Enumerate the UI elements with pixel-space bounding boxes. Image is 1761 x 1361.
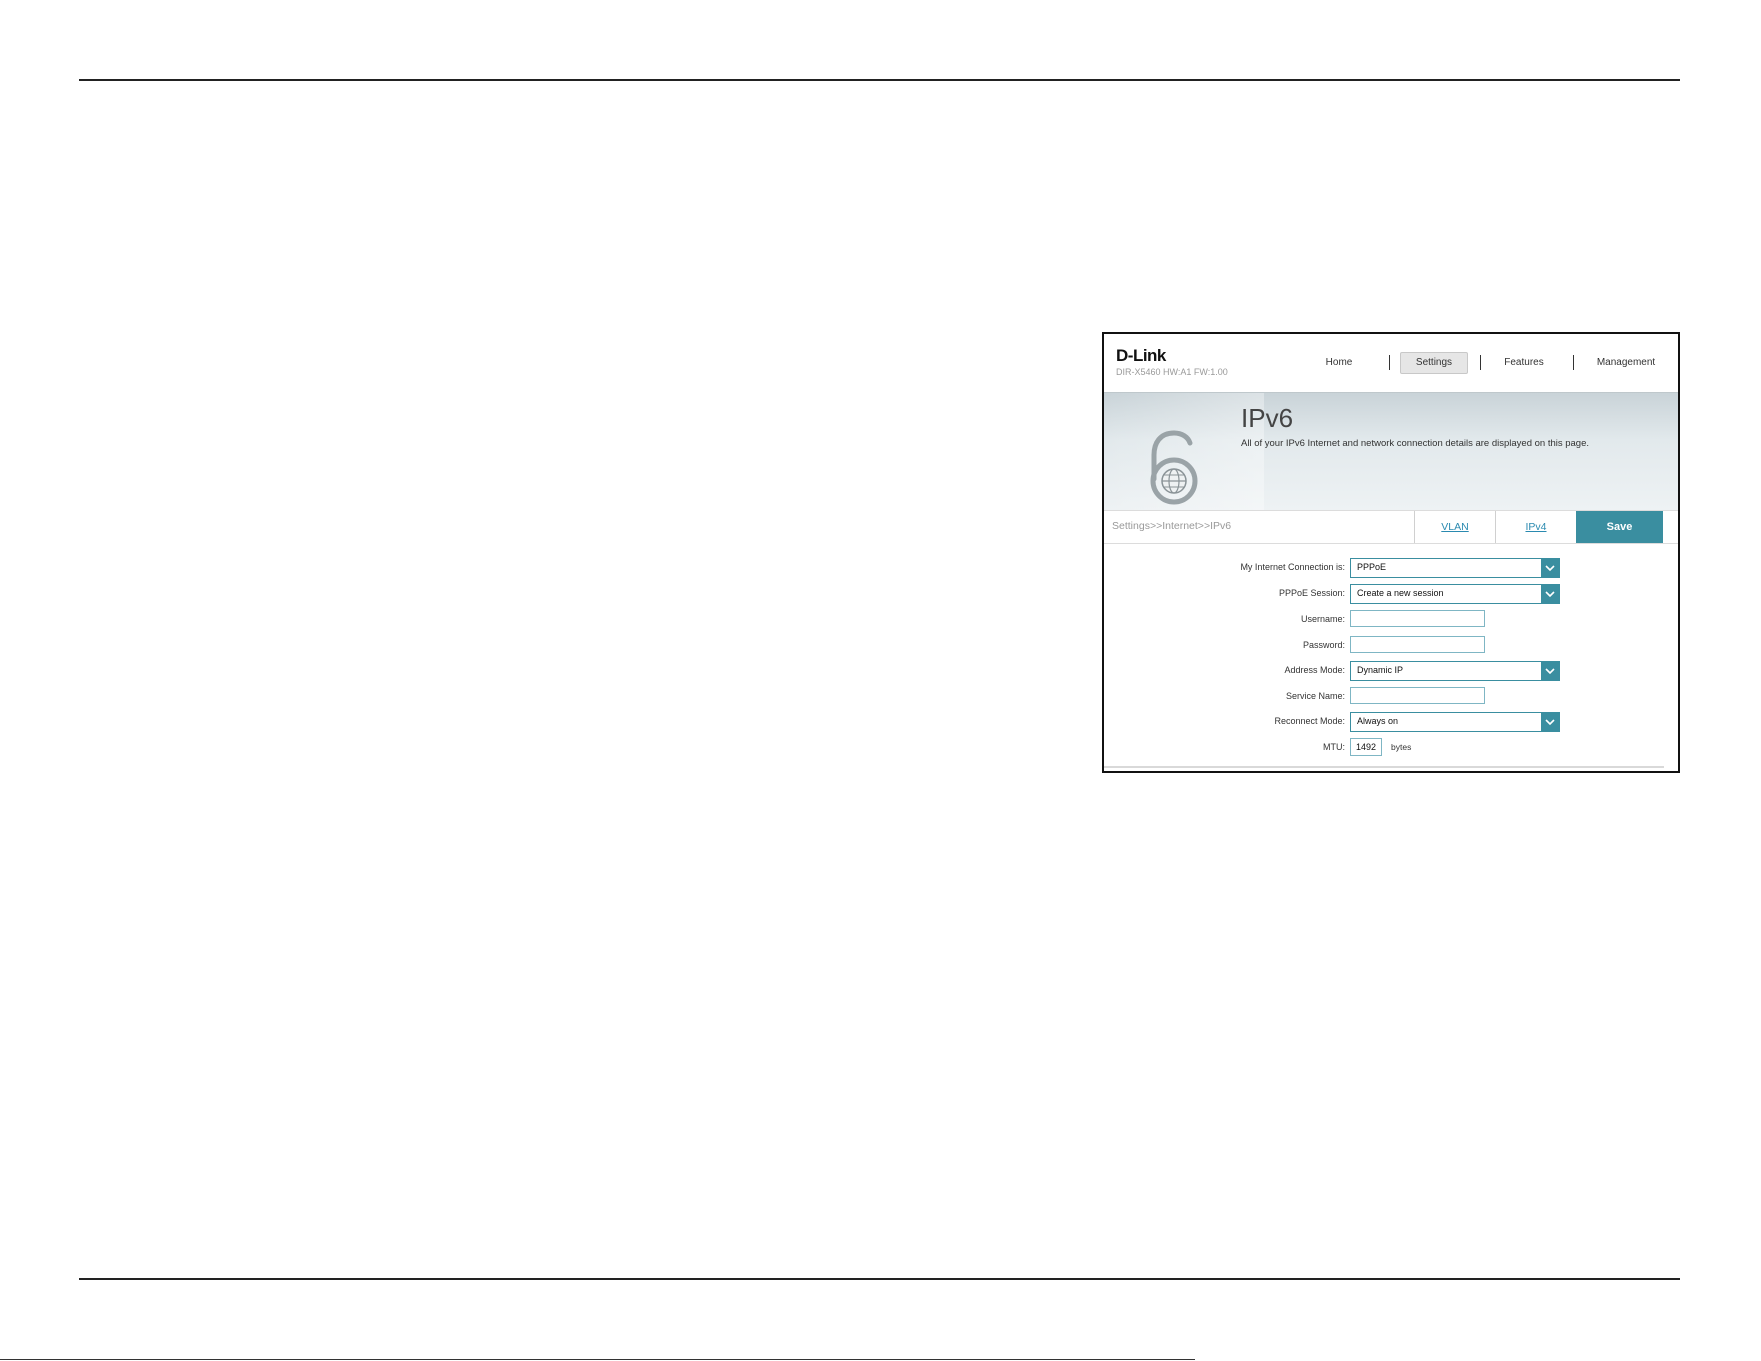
mtu-unit: bytes — [1391, 742, 1412, 752]
address-mode-select[interactable]: Dynamic IP — [1350, 661, 1560, 681]
connection-type-select[interactable]: PPPoE — [1350, 558, 1560, 578]
save-button[interactable]: Save — [1576, 511, 1663, 543]
address-mode-row: Address Mode: Dynamic IP — [1104, 661, 1678, 681]
password-field[interactable] — [1350, 636, 1485, 653]
nav-separator — [1573, 355, 1574, 370]
ipv4-link[interactable]: IPv4 — [1495, 511, 1576, 543]
router-ui-screenshot: D-Link DIR-X5460 HW:A1 FW:1.00 Home Sett… — [1102, 332, 1680, 773]
connection-type-row: My Internet Connection is: PPPoE — [1104, 558, 1678, 578]
chevron-down-icon — [1541, 585, 1559, 603]
mtu-label: MTU: — [1323, 742, 1345, 752]
service-name-row: Service Name: — [1104, 687, 1678, 707]
reconnect-mode-value: Always on — [1357, 716, 1399, 726]
reconnect-mode-select[interactable]: Always on — [1350, 712, 1560, 732]
page-banner: IPv6 All of your IPv6 Internet and netwo… — [1104, 392, 1678, 511]
password-label: Password: — [1302, 640, 1345, 650]
reconnect-mode-row: Reconnect Mode: Always on — [1104, 712, 1678, 732]
header: D-Link DIR-X5460 HW:A1 FW:1.00 Home Sett… — [1104, 334, 1678, 392]
content-bottom-edge — [1104, 766, 1664, 768]
dlink-logo: D-Link — [1116, 346, 1166, 365]
reconnect-mode-label: Reconnect Mode: — [1274, 716, 1345, 726]
nav-management[interactable]: Management — [1583, 353, 1669, 373]
nav-separator — [1389, 355, 1390, 370]
pppoe-session-value: Create a new session — [1357, 588, 1444, 598]
breadcrumb-bar: Settings>>Internet>>IPv6 VLAN IPv4 Save — [1104, 510, 1678, 544]
mtu-row: MTU: bytes — [1104, 738, 1678, 758]
model-info: DIR-X5460 HW:A1 FW:1.00 — [1116, 367, 1228, 377]
connection-type-label: My Internet Connection is: — [1240, 562, 1345, 572]
chevron-down-icon — [1541, 662, 1559, 680]
password-row: Password: — [1104, 636, 1678, 656]
page-bottom-rule — [79, 1278, 1680, 1280]
vlan-link[interactable]: VLAN — [1414, 511, 1495, 543]
nav-settings[interactable]: Settings — [1400, 352, 1468, 374]
chevron-down-icon — [1541, 713, 1559, 731]
mtu-field[interactable] — [1350, 738, 1382, 756]
address-mode-label: Address Mode: — [1284, 665, 1345, 675]
nav-features[interactable]: Features — [1494, 353, 1554, 373]
breadcrumb: Settings>>Internet>>IPv6 — [1112, 520, 1232, 532]
username-label: Username: — [1300, 614, 1345, 624]
footer-line — [0, 1359, 1195, 1360]
pppoe-session-row: PPPoE Session: Create a new session — [1104, 584, 1678, 604]
connection-type-value: PPPoE — [1357, 562, 1387, 572]
page-top-rule — [79, 79, 1680, 81]
ipv6-lock-icon — [1150, 430, 1198, 505]
chevron-down-icon — [1541, 559, 1559, 577]
pppoe-session-select[interactable]: Create a new session — [1350, 584, 1560, 604]
service-name-label: Service Name: — [1285, 691, 1345, 701]
username-row: Username: — [1104, 610, 1678, 630]
nav-home[interactable]: Home — [1314, 353, 1364, 373]
page-title: IPv6 — [1241, 403, 1294, 433]
username-field[interactable] — [1350, 610, 1485, 627]
service-name-field[interactable] — [1350, 687, 1485, 704]
page-description: All of your IPv6 Internet and network co… — [1241, 438, 1590, 449]
pppoe-session-label: PPPoE Session: — [1278, 588, 1345, 598]
nav-separator — [1480, 355, 1481, 370]
address-mode-value: Dynamic IP — [1357, 665, 1404, 675]
